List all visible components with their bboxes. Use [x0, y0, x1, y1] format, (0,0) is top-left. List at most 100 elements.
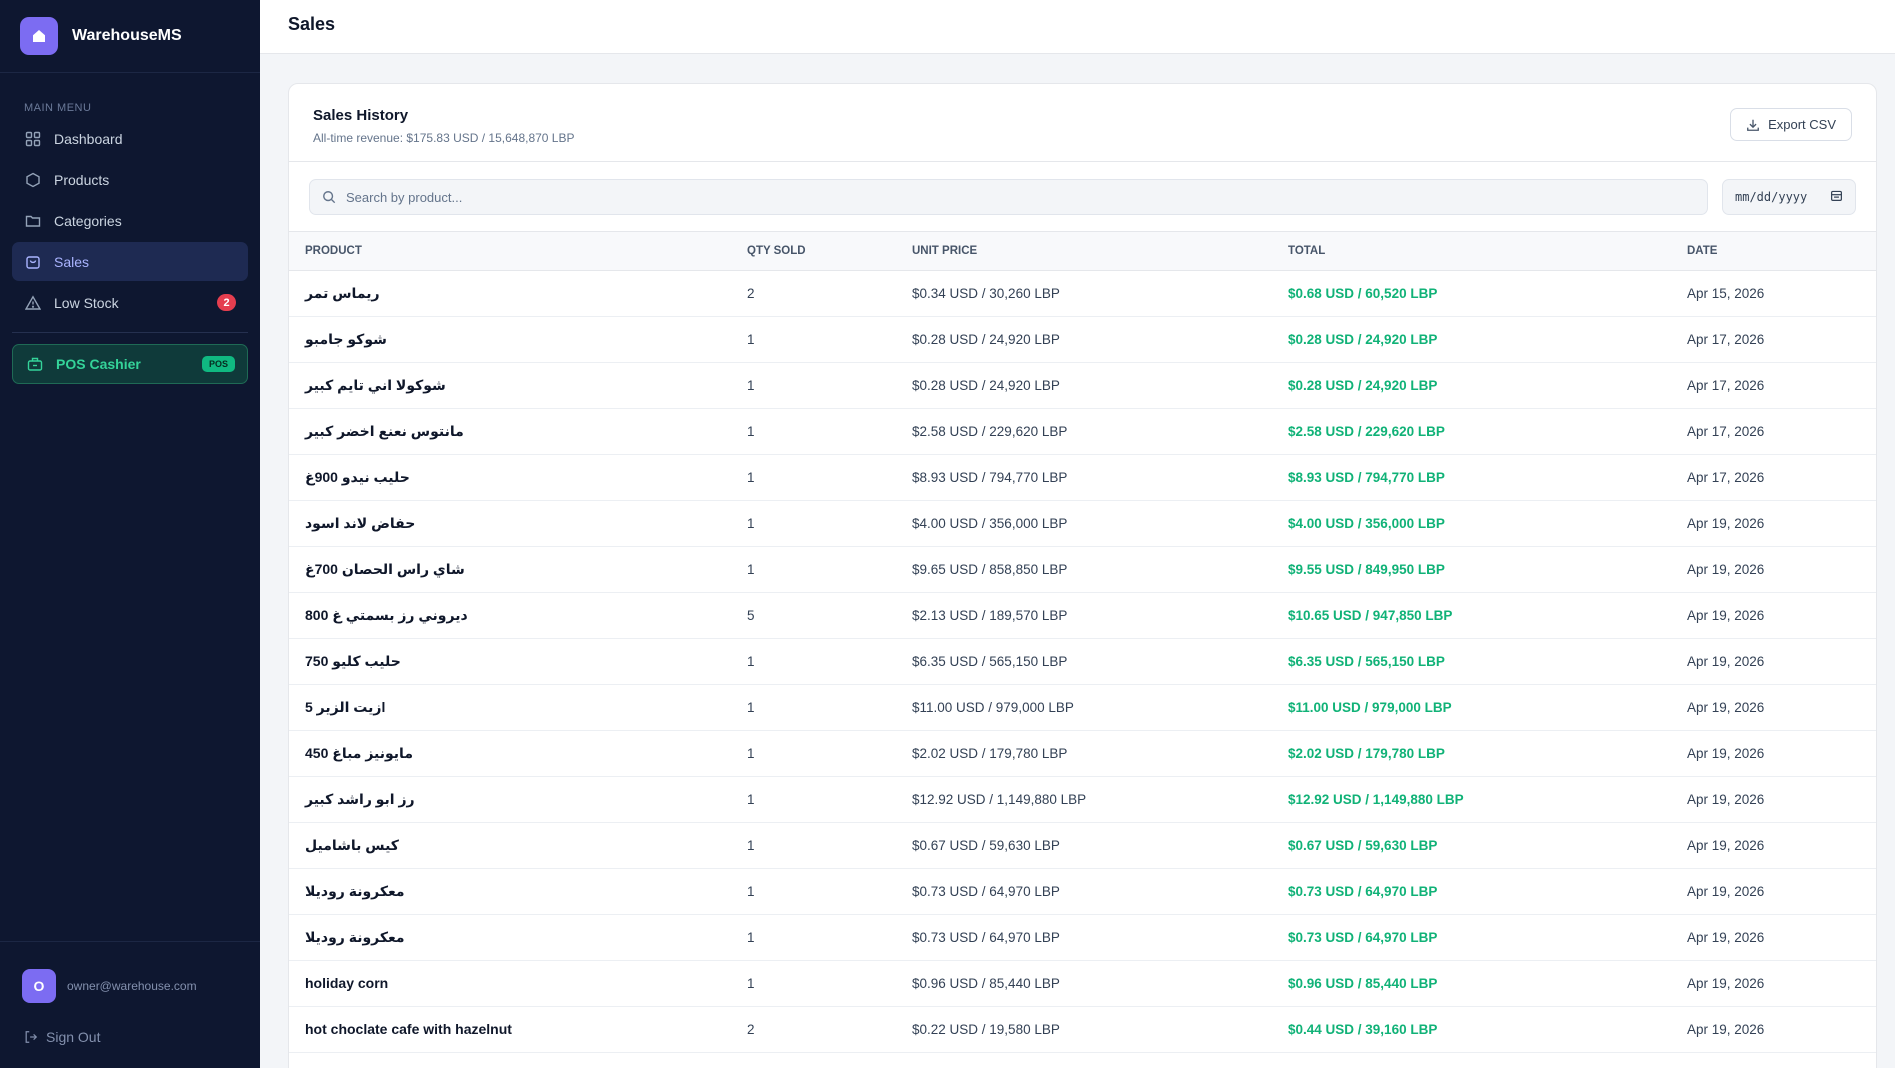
user-profile[interactable]: O owner@warehouse.com: [22, 969, 197, 1003]
sidebar-item-label: Dashboard: [54, 130, 123, 147]
qty-cell: 1: [747, 515, 755, 531]
pos-cashier-button[interactable]: POS Cashier POS: [12, 344, 248, 384]
table-row[interactable]: معكرونة روديلا 1 $0.73 USD / 64,970 LBP $0.…: [289, 868, 1876, 914]
column-header-total[interactable]: TOTAL: [1272, 232, 1671, 270]
date-cell: Apr 17, 2026: [1687, 469, 1765, 485]
qty-cell: 1: [747, 653, 755, 669]
product-cell: شوكو جامبو: [305, 330, 387, 347]
product-cell: رز ابو راشد كبير: [305, 790, 415, 807]
unit-price-cell: $6.35 USD / 565,150 LBP: [912, 653, 1068, 669]
sidebar-item-products[interactable]: Products: [12, 160, 248, 199]
product-cell: holiday corn: [305, 975, 389, 991]
product-cell: ديروني رز بسمتي غ 800: [305, 606, 468, 623]
brand[interactable]: WarehouseMS: [0, 0, 260, 73]
pos-tag: POS: [201, 356, 235, 372]
app-name: WarehouseMS: [72, 27, 182, 44]
sidebar-item-categories[interactable]: Categories: [12, 201, 248, 240]
date-filter[interactable]: mm/dd/yyyy: [1722, 179, 1856, 215]
column-header-product[interactable]: PRODUCT: [289, 232, 731, 270]
table-row[interactable]: holiday corn 1 $0.96 USD / 85,440 LBP $0.96…: [289, 960, 1876, 1006]
avatar: O: [22, 969, 56, 1003]
sidebar-item-sales[interactable]: Sales: [12, 242, 248, 281]
date-cell: Apr 19, 2026: [1687, 883, 1765, 899]
column-header-unit-price[interactable]: UNIT PRICE: [896, 232, 1272, 270]
sidebar: WarehouseMS MAIN MENU Dashboard Products…: [0, 0, 260, 1068]
product-cell: ريماس تمر: [305, 284, 380, 301]
product-cell: حليب كليو 750: [305, 652, 401, 669]
download-icon: [1746, 118, 1760, 132]
search-input[interactable]: [346, 189, 1646, 205]
shopping-bag-icon: [24, 253, 42, 271]
sales-table: PRODUCT QTY SOLD UNIT PRICE TOTAL DATE ر…: [289, 232, 1876, 1053]
table-row[interactable]: hot choclate cafe with hazelnut 2 $0.22 US…: [289, 1006, 1876, 1052]
product-cell: معكرونة روديلا: [305, 928, 405, 945]
table-row[interactable]: شوكو جامبو 1 $0.28 USD / 24,920 LBP $0.28 U…: [289, 316, 1876, 362]
table-row[interactable]: ديروني رز بسمتي غ 800 5 $2.13 USD / 189,57…: [289, 592, 1876, 638]
table-row[interactable]: ريماس تمر 2 $0.34 USD / 30,260 LBP $0.68 US…: [289, 270, 1876, 316]
table-row[interactable]: مايونيز مباغ 450 1 $2.02 USD / 179,780 LBP…: [289, 730, 1876, 776]
date-placeholder: mm/dd/yyyy: [1735, 190, 1808, 204]
qty-cell: 1: [747, 837, 755, 853]
total-cell: $6.35 USD / 565,150 LBP: [1288, 653, 1445, 669]
table-row[interactable]: مانتوس نعنع اخضر كبير 1 $2.58 USD / 229,62…: [289, 408, 1876, 454]
card-header: Sales History All-time revenue: $175.83 …: [289, 84, 1876, 162]
filter-bar: mm/dd/yyyy: [289, 162, 1876, 232]
unit-price-cell: $2.02 USD / 179,780 LBP: [912, 745, 1068, 761]
date-cell: Apr 19, 2026: [1687, 745, 1765, 761]
date-cell: Apr 15, 2026: [1687, 285, 1765, 301]
user-email: owner@warehouse.com: [67, 979, 197, 993]
column-header-date[interactable]: DATE: [1671, 232, 1876, 270]
product-cell: حليب نيدو 900غ: [305, 468, 410, 485]
qty-cell: 1: [747, 745, 755, 761]
unit-price-cell: $4.00 USD / 356,000 LBP: [912, 515, 1068, 531]
home-icon: [20, 17, 58, 55]
table-row[interactable]: شاي راس الحصان 700غ 1 $9.65 USD / 858,850 …: [289, 546, 1876, 592]
unit-price-cell: $2.58 USD / 229,620 LBP: [912, 423, 1068, 439]
table-row[interactable]: معكرونة روديلا 1 $0.73 USD / 64,970 LBP $0.…: [289, 914, 1876, 960]
unit-price-cell: $0.22 USD / 19,580 LBP: [912, 1021, 1060, 1037]
sidebar-footer-divider: [0, 941, 260, 942]
calendar-icon[interactable]: [1830, 189, 1843, 205]
date-cell: Apr 19, 2026: [1687, 653, 1765, 669]
topbar: Sales: [260, 0, 1895, 54]
table-row[interactable]: حليب كليو 750 1 $6.35 USD / 565,150 LBP $6.…: [289, 638, 1876, 684]
qty-cell: 2: [747, 285, 755, 301]
unit-price-cell: $0.73 USD / 64,970 LBP: [912, 929, 1060, 945]
qty-cell: 1: [747, 883, 755, 899]
date-cell: Apr 17, 2026: [1687, 423, 1765, 439]
sidebar-item-dashboard[interactable]: Dashboard: [12, 119, 248, 158]
date-cell: Apr 19, 2026: [1687, 699, 1765, 715]
unit-price-cell: $8.93 USD / 794,770 LBP: [912, 469, 1068, 485]
low-stock-badge: 2: [217, 294, 236, 311]
product-cell: شاي راس الحصان 700غ: [305, 560, 465, 577]
date-cell: Apr 17, 2026: [1687, 377, 1765, 393]
qty-cell: 1: [747, 929, 755, 945]
table-row[interactable]: كيس باشاميل 1 $0.67 USD / 59,630 LBP $0.67 …: [289, 822, 1876, 868]
column-header-qty[interactable]: QTY SOLD: [731, 232, 896, 270]
qty-cell: 1: [747, 791, 755, 807]
date-cell: Apr 19, 2026: [1687, 515, 1765, 531]
qty-cell: 1: [747, 377, 755, 393]
logout-icon: [24, 1030, 38, 1044]
qty-cell: 1: [747, 331, 755, 347]
table-row[interactable]: زيت الزير 5l 1 $11.00 USD / 979,000 LBP $11…: [289, 684, 1876, 730]
folder-icon: [24, 212, 42, 230]
box-icon: [24, 171, 42, 189]
total-cell: $0.44 USD / 39,160 LBP: [1288, 1021, 1438, 1037]
export-csv-button[interactable]: Export CSV: [1730, 108, 1852, 141]
sidebar-item-low-stock[interactable]: Low Stock 2: [12, 283, 248, 322]
table-row[interactable]: شوكولا اني تايم كبير 1 $0.28 USD / 24,920 …: [289, 362, 1876, 408]
sign-out-button[interactable]: Sign Out: [24, 1029, 100, 1045]
card-title: Sales History: [313, 107, 409, 124]
total-cell: $0.73 USD / 64,970 LBP: [1288, 929, 1438, 945]
total-cell: $0.68 USD / 60,520 LBP: [1288, 285, 1438, 301]
date-cell: Apr 19, 2026: [1687, 929, 1765, 945]
qty-cell: 2: [747, 1021, 755, 1037]
table-row[interactable]: حفاض لاند اسود 1 $4.00 USD / 356,000 LBP $4…: [289, 500, 1876, 546]
warning-icon: [24, 294, 42, 312]
table-row[interactable]: حليب نيدو 900غ 1 $8.93 USD / 794,770 LBP $8…: [289, 454, 1876, 500]
pos-cashier-label: POS Cashier: [56, 356, 141, 372]
table-row[interactable]: رز ابو راشد كبير 1 $12.92 USD / 1,149,880 …: [289, 776, 1876, 822]
main-nav: Dashboard Products Categories Sales Low …: [12, 119, 248, 324]
search-field[interactable]: [309, 179, 1708, 215]
